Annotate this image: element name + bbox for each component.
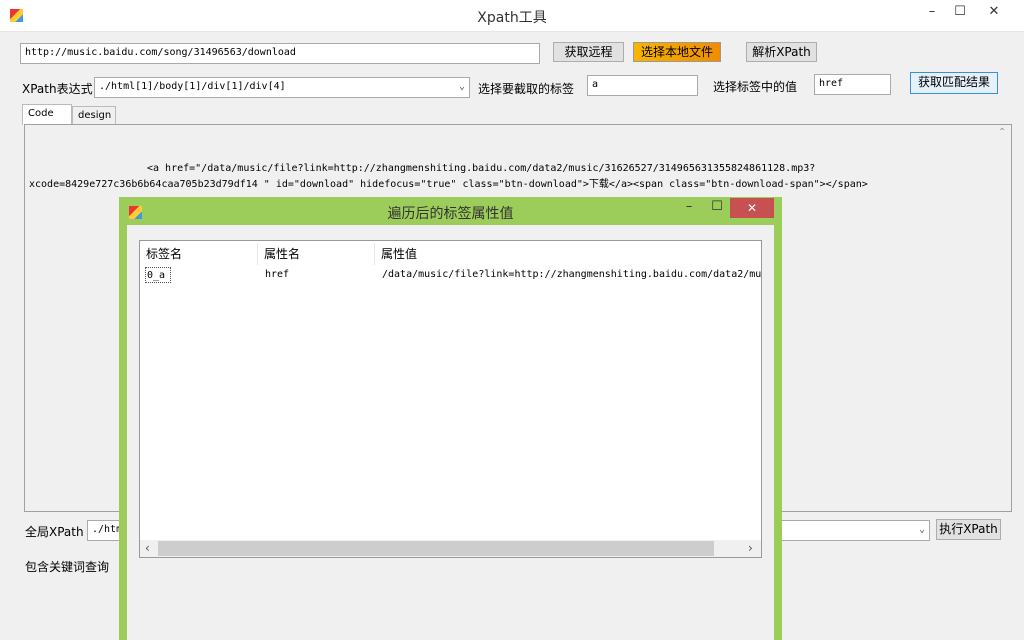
attr-label: 选择标签中的值 [713,80,798,94]
scroll-thumb[interactable] [158,541,714,556]
row-attr[interactable]: href [265,267,365,283]
code-line: <a href="/data/music/file?link=http://zh… [147,163,816,174]
code-line: xcode=8429e727c36b6b64caa705b23d79df14 "… [29,179,868,190]
horizontal-scrollbar[interactable]: ‹ › [140,540,761,557]
row-tag[interactable]: 0_a [145,267,171,283]
tag-label: 选择要截取的标签 [478,82,575,96]
url-input[interactable]: http://music.baidu.com/song/31496563/dow… [20,43,540,64]
xpath-label: XPath表达式 [22,82,93,96]
dialog-minimize-button[interactable]: – [675,199,703,219]
get-results-button[interactable]: 获取匹配结果 [910,72,998,94]
keyword-query-label: 包含关键词查询 [25,560,110,574]
row-value[interactable]: /data/music/file?link=http://zhangmenshi… [382,267,761,283]
fetch-remote-button[interactable]: 获取远程 [553,42,624,62]
select-local-file-button[interactable]: 选择本地文件 [633,42,721,62]
column-header-tag[interactable]: 标签名 [140,243,258,265]
xpath-value: ./html[1]/body[1]/div[1]/div[4] [99,81,286,92]
window-title: Xpath工具 [477,10,547,26]
scroll-right-icon[interactable]: › [748,541,753,555]
vertical-scrollbar[interactable]: ⌃ [994,125,1011,511]
dialog-close-button[interactable]: ✕ [730,198,774,218]
chevron-down-icon: ⌄ [918,524,925,535]
xpath-select[interactable]: ./html[1]/body[1]/div[1]/div[4] ⌄ [94,77,470,98]
attribute-dialog: 遍历后的标签属性值 – ☐ ✕ 标签名 属性名 属性值 0_a href /da… [119,197,782,640]
parse-xpath-button[interactable]: 解析XPath [746,42,817,62]
run-xpath-button[interactable]: 执行XPath [936,519,1001,540]
tab-code[interactable]: Code [22,104,72,125]
attribute-list[interactable]: 标签名 属性名 属性值 0_a href /data/music/file?li… [139,240,762,558]
close-button[interactable]: ✕ [980,4,1008,24]
chevron-down-icon: ⌄ [458,81,465,92]
title-bar: Xpath工具 – ☐ ✕ [0,0,1024,32]
minimize-button[interactable]: – [918,4,946,24]
scroll-up-icon: ⌃ [998,127,1007,138]
tag-input[interactable]: a [587,75,698,96]
column-header-attr[interactable]: 属性名 [258,243,375,265]
tab-design[interactable]: design [72,106,116,126]
attr-input[interactable]: href [814,74,891,95]
scroll-left-icon[interactable]: ‹ [145,541,150,555]
global-xpath-label: 全局XPath [25,525,84,539]
maximize-button[interactable]: ☐ [946,4,974,24]
dialog-maximize-button[interactable]: ☐ [703,199,731,219]
column-header-value[interactable]: 属性值 [375,243,761,265]
dialog-body: 标签名 属性名 属性值 0_a href /data/music/file?li… [127,225,774,640]
